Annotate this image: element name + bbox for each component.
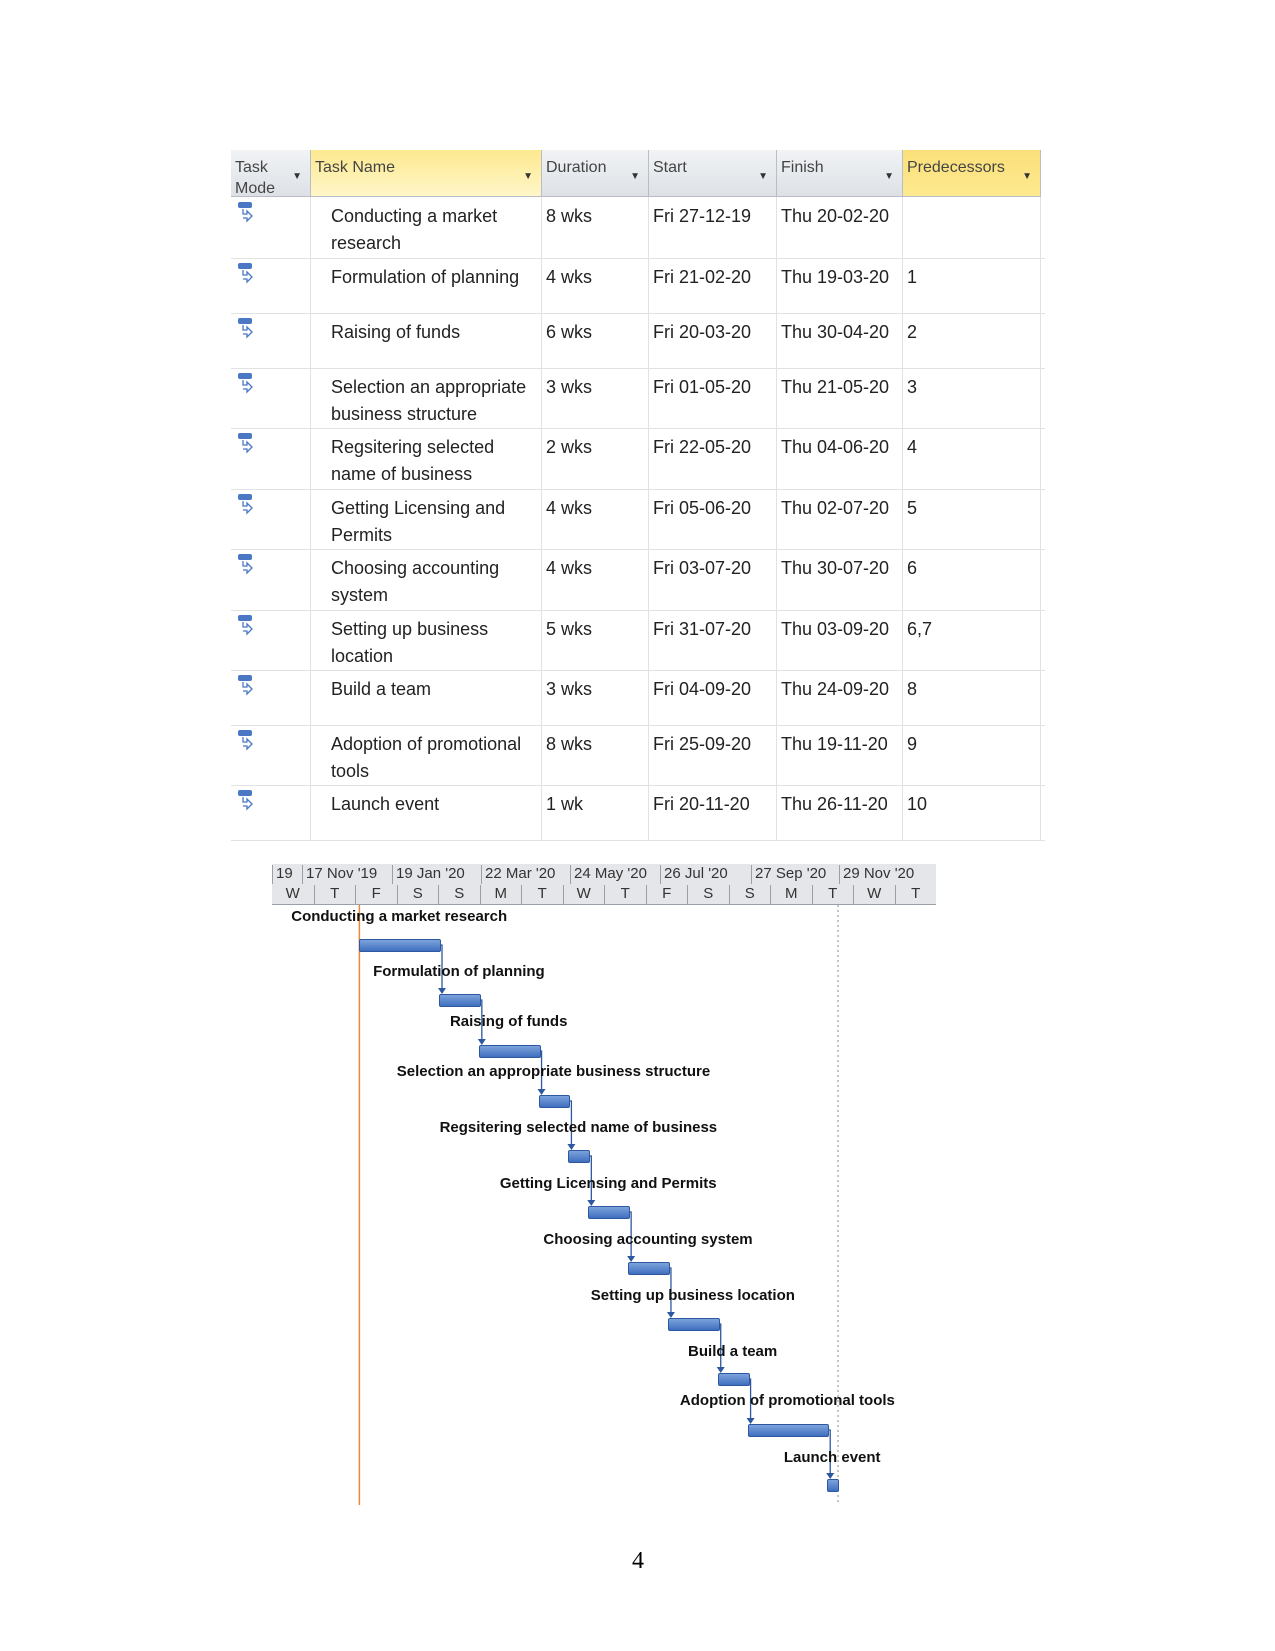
gantt-bar[interactable]: [628, 1262, 670, 1275]
gantt-bar[interactable]: [588, 1206, 631, 1219]
gantt-bar[interactable]: [478, 1045, 541, 1058]
gantt-bar-label: Regsitering selected name of business: [439, 1119, 718, 1136]
gantt-bar[interactable]: [667, 1318, 720, 1331]
gantt-bar[interactable]: [717, 1373, 750, 1386]
gantt-bar-label: Selection an appropriate business struct…: [396, 1063, 711, 1080]
page-number: 4: [632, 1548, 644, 1574]
gantt-bar-label: Choosing accounting system: [543, 1231, 753, 1248]
gantt-bar-label: Adoption of promotional tools: [679, 1392, 895, 1409]
gantt-bar[interactable]: [827, 1479, 840, 1492]
gantt-bar-label: Setting up business location: [590, 1287, 795, 1304]
gantt-bar-label: Launch event: [783, 1449, 881, 1466]
gantt-bar[interactable]: [439, 994, 481, 1007]
gantt-bar[interactable]: [568, 1150, 591, 1163]
gantt-bar[interactable]: [747, 1424, 830, 1437]
gantt-bar-label: Conducting a market research: [291, 908, 508, 925]
document-page: Task Mode ▼ Task Name ▼ Duration ▼ Start ▼ Finis…: [0, 0, 1275, 1651]
gantt-bar[interactable]: [359, 939, 441, 952]
gantt-bar-label: Formulation of planning: [373, 963, 545, 980]
gantt-bar-label: Raising of funds: [449, 1013, 568, 1030]
gantt-bar[interactable]: [538, 1095, 571, 1108]
gantt-lines: [358, 905, 839, 1505]
gantt-bar-label: Build a team: [688, 1343, 778, 1360]
gantt-bar-label: Getting Licensing and Permits: [499, 1175, 717, 1192]
